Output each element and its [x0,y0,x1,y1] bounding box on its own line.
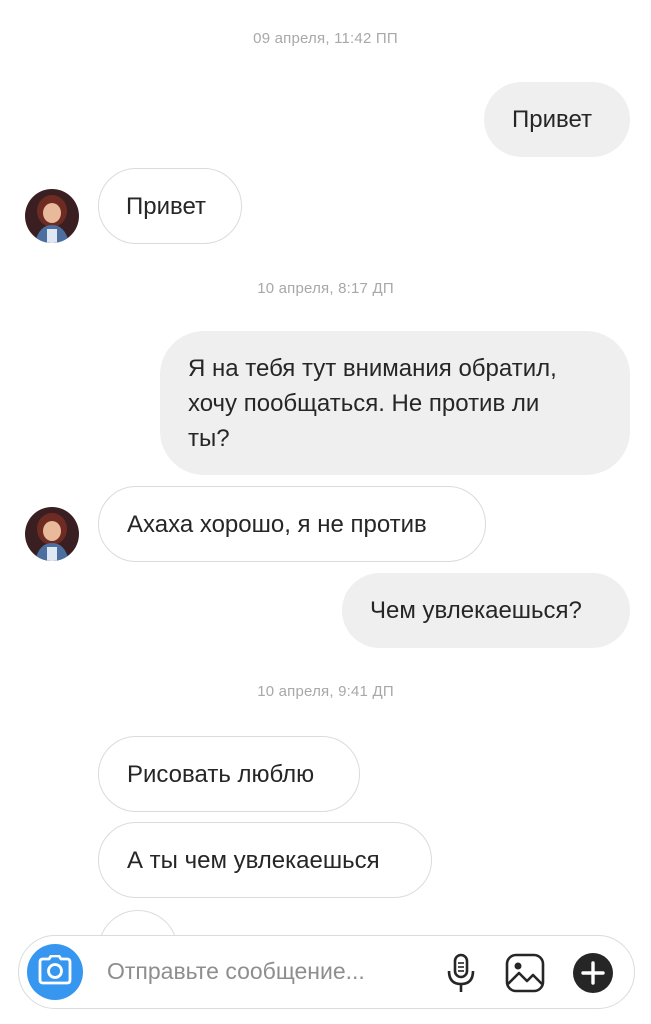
message-text-line: хочу пообщаться. Не против ли [188,390,540,417]
outgoing-message[interactable]: Привет [484,82,630,157]
contact-avatar[interactable] [25,189,79,243]
gallery-button[interactable] [503,951,547,995]
message-input[interactable]: Отправьте сообщение... [107,958,365,985]
incoming-message[interactable]: Привет [98,168,242,244]
message-text: Ахаха хорошо, я не против [127,511,427,538]
timestamp: 09 апреля, 11:42 ПП [253,30,398,47]
outgoing-message[interactable]: Чем увлекаешься? [342,573,630,648]
microphone-icon [439,953,483,999]
message-text: Привет [512,106,593,133]
camera-button[interactable] [27,944,83,1000]
message-composer: Отправьте сообщение... [18,935,635,1009]
incoming-message[interactable]: Ахаха хорошо, я не против [98,486,486,562]
more-button[interactable] [571,951,615,995]
timestamp: 10 апреля, 9:41 ДП [257,683,394,700]
gallery-icon [503,953,547,999]
contact-avatar[interactable] [25,507,79,561]
camera-icon [38,954,72,990]
microphone-button[interactable] [439,951,483,995]
plus-icon [571,953,615,999]
outgoing-message[interactable]: Я на тебя тут внимания обратил, хочу поо… [160,331,630,475]
message-text: Рисовать люблю [127,761,315,788]
incoming-message[interactable]: А ты чем увлекаешься [98,822,432,898]
message-text: А ты чем увлекаешься [127,847,380,874]
message-text-line: ты? [188,425,230,452]
message-text: Чем увлекаешься? [370,597,582,624]
timestamp: 10 апреля, 8:17 ДП [257,280,394,297]
incoming-message[interactable]: Рисовать люблю [98,736,360,812]
message-text: Привет [126,193,207,220]
message-text-line: Я на тебя тут внимания обратил, [188,355,557,382]
